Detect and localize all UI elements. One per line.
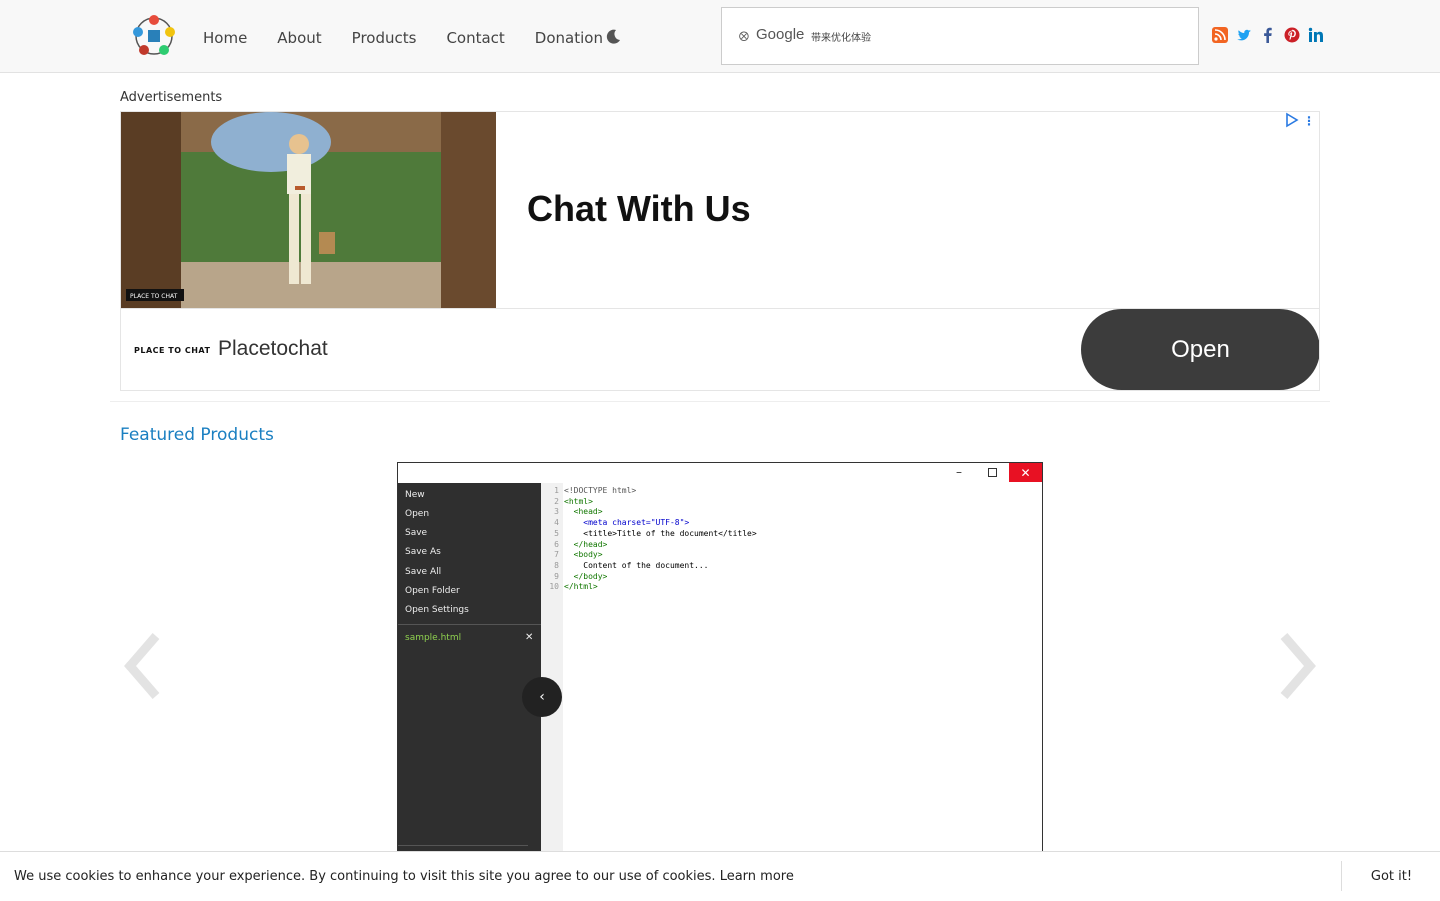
minimize-icon: –	[956, 465, 962, 479]
menu-item-open: Open	[405, 509, 430, 519]
nav-contact[interactable]: Contact	[431, 29, 519, 47]
adchoices-icon[interactable]	[1283, 112, 1301, 128]
ad-brand-name[interactable]: Placetochat	[218, 337, 328, 361]
code-line: <meta charset="UTF-8">	[564, 518, 690, 528]
code-line: </html>	[564, 582, 598, 592]
ads-label: Advertisements	[120, 90, 223, 105]
product-screenshot[interactable]: – ✕ New Open Save Save As Save All Open …	[397, 462, 1043, 862]
featured-products-title: Featured Products	[120, 425, 274, 445]
divider	[110, 401, 1330, 402]
pinterest-icon[interactable]	[1284, 27, 1300, 43]
code-area: 1 <!DOCTYPE html> 2 <html> 3 <head> 4 <met…	[549, 486, 757, 592]
file-close-icon: ✕	[525, 632, 534, 643]
site-header: Home About Products Contact Donation ⨂ G…	[0, 0, 1440, 73]
menu-item-open-settings: Open Settings	[405, 605, 469, 615]
code-line: <html>	[564, 496, 593, 506]
editor-sidebar: New Open Save Save As Save All Open Fold…	[398, 483, 541, 861]
moon-icon[interactable]	[603, 27, 623, 47]
code-line: </head>	[564, 539, 608, 549]
sidebar-bottom-line	[398, 845, 528, 846]
menu-item-open-folder: Open Folder	[405, 586, 460, 596]
main-nav: Home About Products Contact Donation	[188, 22, 618, 54]
cookie-banner: We use cookies to enhance your experienc…	[0, 851, 1440, 900]
search-box[interactable]: ⨂ Google 带来优化体验	[721, 7, 1199, 65]
learn-more-link[interactable]: Learn more	[720, 869, 794, 884]
nav-home[interactable]: Home	[188, 29, 262, 47]
facebook-icon[interactable]	[1260, 27, 1276, 43]
cookie-divider	[1341, 861, 1342, 891]
menu-item-new: New	[405, 490, 425, 500]
more-options-icon[interactable]: ⋮	[1303, 114, 1315, 128]
ad-brand-logo: PLACE TO CHAT	[134, 346, 211, 355]
close-icon: ✕	[1009, 463, 1042, 482]
google-g-icon: ⨂	[739, 31, 749, 42]
window-titlebar: – ✕	[398, 463, 1042, 483]
site-logo[interactable]	[128, 10, 180, 62]
twitter-icon[interactable]	[1236, 27, 1252, 43]
ad-image[interactable]: PLACE TO CHAT	[121, 112, 496, 308]
carousel-prev-icon[interactable]	[120, 632, 164, 700]
ad-headline[interactable]: Chat With Us	[527, 188, 751, 230]
rss-icon[interactable]	[1212, 27, 1228, 43]
ad-banner[interactable]: PLACE TO CHAT Chat With Us ⋮ PLACE TO CH…	[120, 111, 1320, 391]
collapse-sidebar-icon: ‹	[522, 677, 562, 717]
cookie-accept-button[interactable]: Got it!	[1343, 852, 1440, 901]
social-links	[1212, 27, 1324, 43]
ad-footer: PLACE TO CHAT Placetochat Open	[121, 308, 1319, 390]
nav-products[interactable]: Products	[337, 29, 432, 47]
maximize-icon	[988, 468, 997, 477]
cookie-text: We use cookies to enhance your experienc…	[14, 869, 716, 884]
code-line: <head>	[564, 507, 603, 517]
search-subtitle: 带来优化体验	[811, 33, 871, 44]
code-line: </body>	[564, 571, 608, 581]
carousel-next-icon[interactable]	[1276, 632, 1320, 700]
menu-item-save-all: Save All	[405, 567, 442, 577]
svg-text:PLACE TO CHAT: PLACE TO CHAT	[130, 293, 178, 300]
code-line: <!DOCTYPE html>	[564, 486, 637, 495]
menu-divider	[398, 624, 541, 625]
code-line: <title>Title of the document</title>	[564, 528, 757, 538]
menu-item-save-as: Save As	[405, 547, 441, 557]
code-line: Content of the document...	[564, 560, 709, 570]
ad-open-button[interactable]: Open	[1081, 309, 1319, 390]
nav-about[interactable]: About	[262, 29, 336, 47]
cookie-message: We use cookies to enhance your experienc…	[14, 869, 794, 884]
linkedin-icon[interactable]	[1308, 27, 1324, 43]
open-file-item: sample.html	[405, 633, 462, 643]
menu-item-save: Save	[405, 528, 428, 538]
search-brand: Google	[756, 26, 805, 43]
code-line: <body>	[564, 550, 603, 560]
